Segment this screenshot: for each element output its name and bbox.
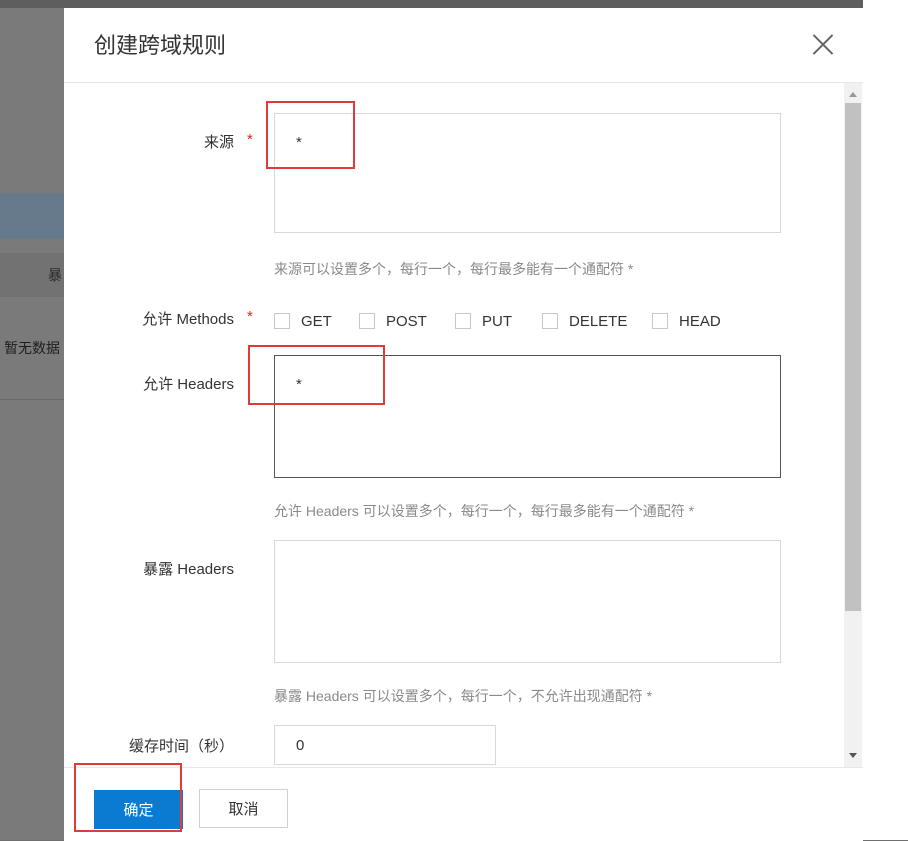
checkbox-label: PUT xyxy=(482,312,512,330)
checkbox-box[interactable] xyxy=(542,313,558,329)
method-put-checkbox[interactable]: PUT xyxy=(455,311,512,331)
confirm-button[interactable]: 确定 xyxy=(94,790,183,829)
origin-textarea[interactable]: * xyxy=(274,113,781,233)
checkbox-label: POST xyxy=(386,312,427,330)
checkbox-box[interactable] xyxy=(359,313,375,329)
expose-headers-label: 暴露 Headers xyxy=(143,561,234,578)
background-column-label: 暴 xyxy=(48,267,62,283)
method-delete-checkbox[interactable]: DELETE xyxy=(542,311,627,331)
origin-value: * xyxy=(296,134,302,151)
expose-headers-textarea[interactable] xyxy=(274,540,781,663)
checkbox-label: HEAD xyxy=(679,312,721,330)
allow-headers-value: * xyxy=(296,376,302,393)
background-topbar xyxy=(0,0,908,8)
allow-headers-textarea[interactable]: * xyxy=(274,355,781,478)
methods-label: 允许 Methods xyxy=(142,311,234,328)
scrollbar-thumb[interactable] xyxy=(845,103,861,611)
background-empty-row: 暂无数据 xyxy=(0,297,64,400)
dialog-body: 来源 * * 来源可以设置多个，每行一个，每行最多能有一个通配符 * 允许 Me… xyxy=(64,83,863,767)
dialog-title: 创建跨域规则 xyxy=(94,33,227,58)
expose-headers-hint: 暴露 Headers 可以设置多个，每行一个，不允许出现通配符 * xyxy=(274,688,653,704)
origin-required-mark: * xyxy=(247,131,253,148)
dialog-footer: 确定 取消 xyxy=(64,767,863,841)
scroll-down-arrow-icon[interactable] xyxy=(849,753,857,758)
cache-time-label: 缓存时间（秒） xyxy=(128,738,234,755)
allow-headers-hint: 允许 Headers 可以设置多个，每行一个，每行最多能有一个通配符 * xyxy=(274,503,695,519)
allow-headers-label: 允许 Headers xyxy=(143,376,234,393)
method-head-checkbox[interactable]: HEAD xyxy=(652,311,721,331)
background-table-header xyxy=(0,193,64,239)
method-get-checkbox[interactable]: GET xyxy=(274,311,332,331)
checkbox-box[interactable] xyxy=(652,313,668,329)
dialog-header: 创建跨域规则 xyxy=(64,8,863,83)
background-column-header: 暴 xyxy=(0,253,64,298)
origin-label: 来源 xyxy=(203,134,234,151)
cancel-button[interactable]: 取消 xyxy=(199,789,288,828)
origin-hint: 来源可以设置多个，每行一个，每行最多能有一个通配符 * xyxy=(274,261,634,277)
checkbox-box[interactable] xyxy=(455,313,471,329)
checkbox-label: GET xyxy=(301,312,332,330)
close-icon[interactable] xyxy=(810,32,836,58)
methods-required-mark: * xyxy=(247,308,253,325)
dialog-scrollbar[interactable] xyxy=(844,83,862,767)
cache-time-input[interactable]: 0 xyxy=(274,725,496,765)
create-cors-rule-dialog: 创建跨域规则 来源 * * 来源可以设置多个，每行一个，每行最多能有一个通配符 … xyxy=(64,8,863,841)
cache-time-value: 0 xyxy=(296,737,305,754)
background-right-edge xyxy=(863,0,908,840)
checkbox-box[interactable] xyxy=(274,313,290,329)
empty-data-text: 暂无数据 xyxy=(4,340,60,356)
scroll-up-arrow-icon[interactable] xyxy=(849,92,857,97)
method-post-checkbox[interactable]: POST xyxy=(359,311,427,331)
checkbox-label: DELETE xyxy=(569,312,628,330)
